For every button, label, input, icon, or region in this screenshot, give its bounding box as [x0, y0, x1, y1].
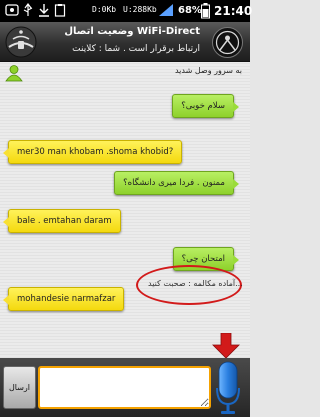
microphone-icon[interactable]	[216, 360, 240, 416]
chat-message[interactable]: bale . emtahan daram	[3, 209, 121, 233]
arrow-down-icon	[212, 333, 240, 359]
battery-percent: 68%	[178, 5, 202, 16]
app-header: وضعیت اتصال WiFi-Direct ارتباط برقرار اس…	[0, 22, 250, 62]
usb-icon	[23, 3, 33, 16]
chat-message[interactable]: mohandesie narmafzar	[2, 287, 125, 311]
status-bar: D:0Kb U:288Kb 68% 21:40	[0, 0, 253, 22]
chat-message[interactable]: mer30 man khobam .shoma khobid?	[2, 140, 183, 164]
send-button[interactable]: ارسال	[3, 366, 36, 409]
download-speed: D:0Kb	[92, 5, 117, 14]
wifi-direct-icon	[5, 4, 19, 16]
clock: 21:40	[214, 4, 253, 18]
chat-area[interactable]: به سرور وصل شدید سلام خوبی؟ mer30 man kh…	[0, 62, 250, 358]
clipboard-icon	[54, 4, 66, 17]
download-icon	[39, 4, 49, 17]
wifi-signal-icon	[159, 4, 173, 16]
connection-status: ارتباط برقرار است . شما : کلاینت	[72, 44, 200, 54]
chat-message[interactable]: ممنون . فردا میری دانشگاه؟	[114, 171, 239, 195]
battery-icon	[201, 3, 210, 19]
page-title: وضعیت اتصال WiFi-Direct	[64, 26, 200, 37]
chat-message[interactable]: سلام خوبی؟	[172, 94, 239, 118]
input-bar: ارسال	[0, 358, 250, 417]
user-icon	[5, 65, 23, 82]
message-input[interactable]	[38, 366, 211, 409]
typing-indicator: آماده مکالمه : صحبت کنید...	[148, 279, 243, 288]
menu-icon[interactable]	[4, 25, 38, 59]
welcome-message: به سرور وصل شدید	[174, 66, 242, 75]
app-logo-icon	[212, 27, 243, 58]
upload-speed: U:288Kb	[123, 5, 157, 14]
